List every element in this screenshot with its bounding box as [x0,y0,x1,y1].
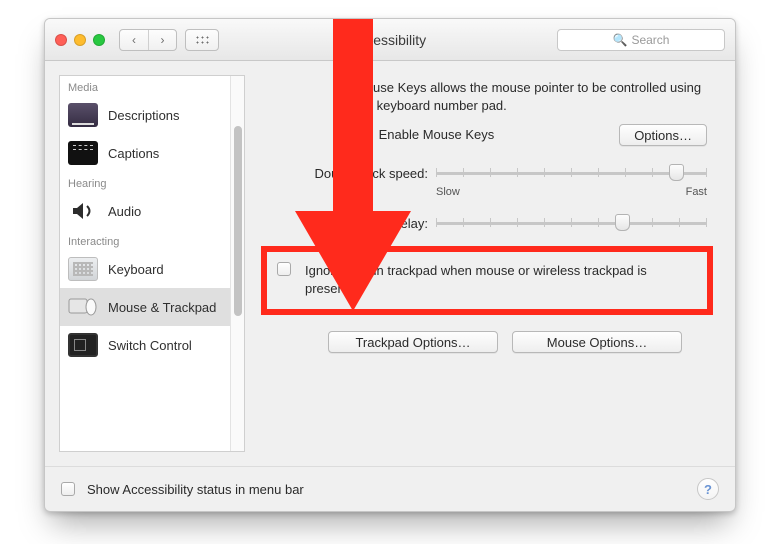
intro-text: Mouse Keys allows the mouse pointer to b… [355,79,707,114]
enable-label: Enable Mouse Keys [379,127,495,142]
captions-icon [68,141,98,165]
preferences-window: ‹ › Accessibility 🔍 Search Media Descrip… [44,18,736,512]
sidebar-item-keyboard[interactable]: Keyboard [60,250,230,288]
spring-loading-delay-slider[interactable] [436,212,707,234]
settings-panel: Mouse Keys allows the mouse pointer to b… [253,61,735,466]
nav-back-forward: ‹ › [119,29,177,51]
zoom-icon[interactable] [93,34,105,46]
help-button[interactable]: ? [697,478,719,500]
scrollbar[interactable] [230,76,244,451]
close-icon[interactable] [55,34,67,46]
enable-mouse-keys[interactable]: Enable Mouse Keys [355,127,494,143]
sidebar-item-captions[interactable]: Captions [60,134,230,172]
search-icon: 🔍 [613,33,628,47]
ignore-trackpad-label: Ignore built-in trackpad when mouse or w… [305,262,693,297]
fast-label: Fast [686,186,707,198]
ignore-trackpad-checkbox[interactable]: Ignore built-in trackpad when mouse or w… [277,262,693,297]
checkbox-icon[interactable] [355,129,369,143]
forward-button[interactable]: › [148,30,176,50]
window-title: Accessibility [227,32,549,48]
sidebar-item-label: Audio [108,204,141,219]
sidebar: Media Descriptions Captions Hearing [45,61,253,466]
sidebar-group-interacting: Interacting [60,230,230,250]
sidebar-item-descriptions[interactable]: Descriptions [60,96,230,134]
double-click-speed-slider[interactable] [436,162,707,184]
keyboard-icon [68,257,98,281]
checkbox-icon[interactable] [277,262,291,276]
sidebar-group-media: Media [60,76,230,96]
sidebar-group-hearing: Hearing [60,172,230,192]
highlighted-option: Ignore built-in trackpad when mouse or w… [261,246,713,315]
scrollbar-thumb[interactable] [234,126,242,316]
trackpad-options-button[interactable]: Trackpad Options… [328,331,498,353]
back-button[interactable]: ‹ [120,30,148,50]
footer: Show Accessibility status in menu bar ? [45,467,735,511]
sidebar-item-audio[interactable]: Audio [60,192,230,230]
minimize-icon[interactable] [74,34,86,46]
slow-label: Slow [436,186,460,198]
content: Media Descriptions Captions Hearing [45,61,735,467]
search-placeholder: Search [631,33,669,47]
mouse-options-button[interactable]: Mouse Options… [512,331,682,353]
audio-icon [68,199,98,223]
switch-control-icon [68,333,98,357]
titlebar: ‹ › Accessibility 🔍 Search [45,19,735,61]
sidebar-item-label: Keyboard [108,262,164,277]
mouse-keys-options-button[interactable]: Options… [619,124,707,146]
search-input[interactable]: 🔍 Search [557,29,725,51]
show-status-checkbox[interactable]: Show Accessibility status in menu bar [61,482,304,497]
double-click-speed-label: Double-click speed: [283,166,428,181]
window-controls [55,34,105,46]
grid-icon [195,35,209,45]
sidebar-item-label: Descriptions [108,108,180,123]
show-status-label: Show Accessibility status in menu bar [87,482,304,497]
show-all-button[interactable] [185,29,219,51]
sidebar-item-switch-control[interactable]: Switch Control [60,326,230,364]
sidebar-item-label: Mouse & Trackpad [108,300,216,315]
sidebar-item-label: Switch Control [108,338,192,353]
descriptions-icon [68,103,98,127]
spring-loading-delay-label: Spring-loading delay: [283,216,428,231]
sidebar-item-mouse-trackpad[interactable]: Mouse & Trackpad [60,288,230,326]
sidebar-item-label: Captions [108,146,159,161]
mouse-trackpad-icon [68,295,98,319]
checkbox-icon[interactable] [61,482,75,496]
